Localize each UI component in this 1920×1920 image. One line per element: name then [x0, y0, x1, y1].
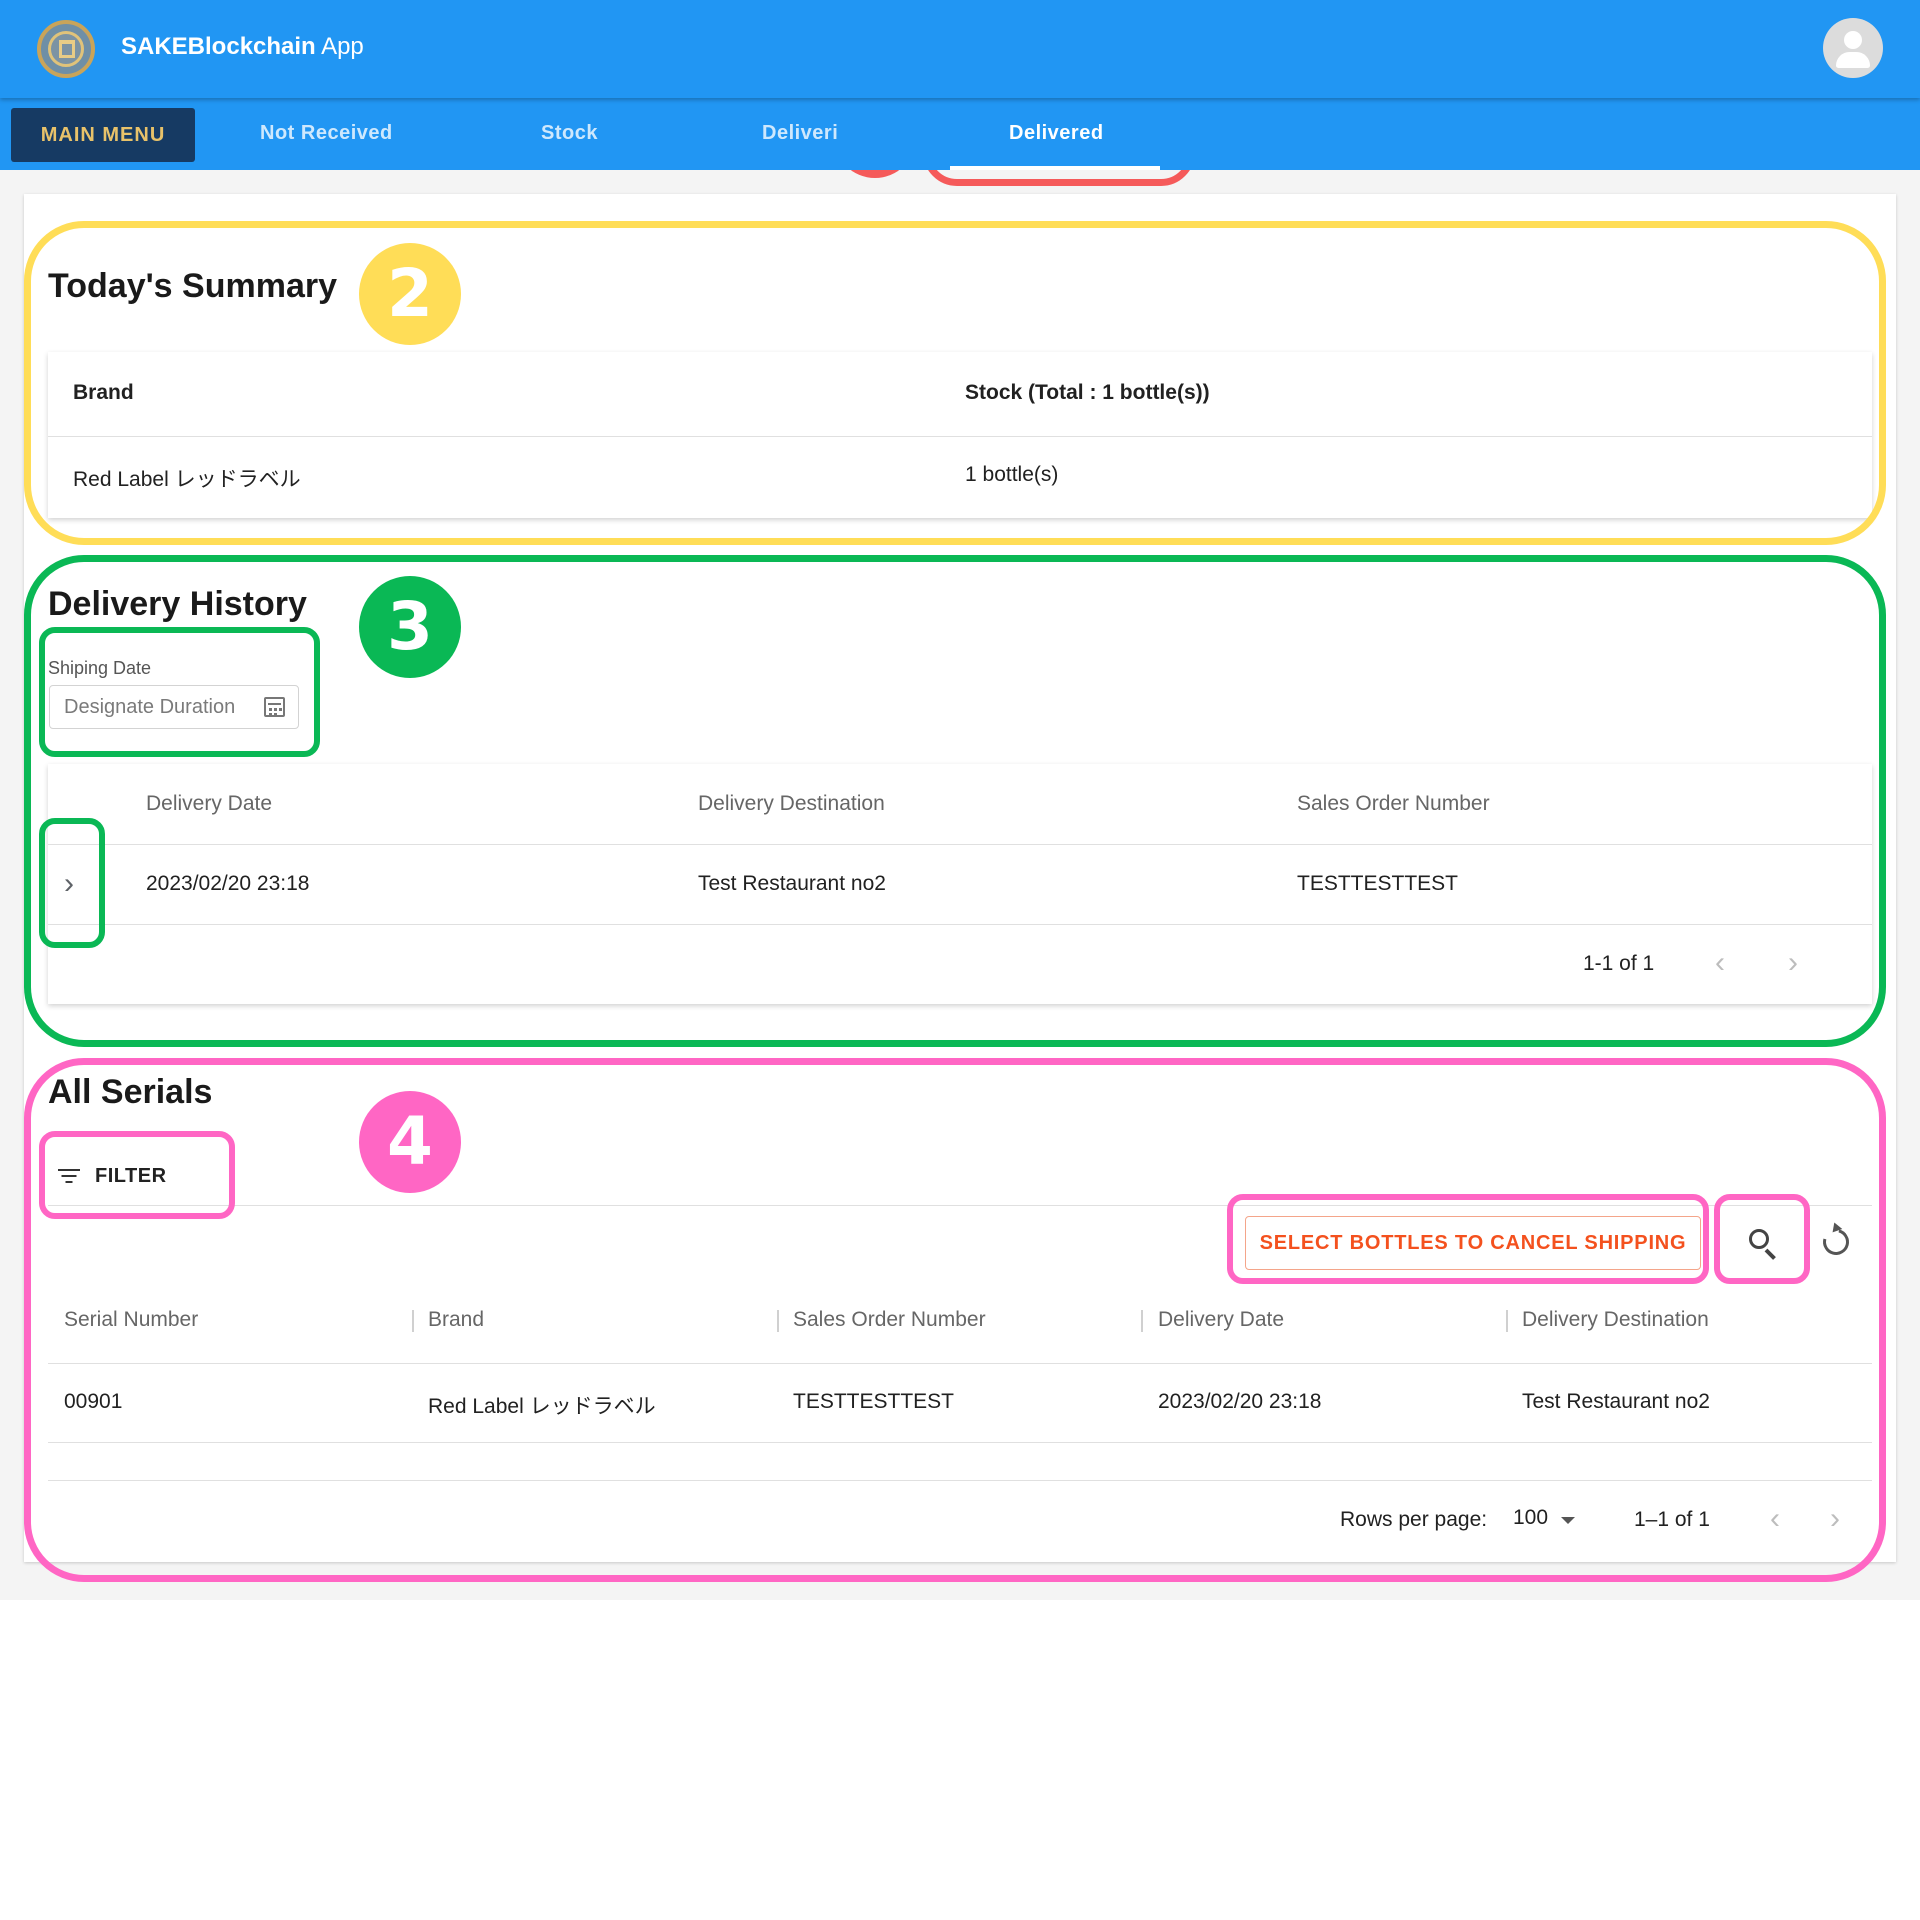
- rows-per-page-caret-icon[interactable]: [1561, 1517, 1575, 1524]
- filter-label: FILTER: [95, 1165, 167, 1187]
- shipping-date-label: Shiping Date: [48, 658, 152, 678]
- rows-per-page-select[interactable]: 100: [1513, 1506, 1548, 1530]
- history-cell-date: 2023/02/20 23:18: [146, 872, 310, 895]
- delivery-history-title: Delivery History: [48, 585, 307, 623]
- summary-header-stock: Stock (Total : 1 bottle(s)): [965, 381, 1210, 404]
- history-prev-page-icon[interactable]: ‹: [1715, 948, 1725, 978]
- shipping-date-placeholder: Designate Duration: [64, 696, 236, 718]
- serial-header-serial[interactable]: Serial Number: [64, 1308, 198, 1332]
- filter-button[interactable]: FILTER: [48, 1160, 178, 1194]
- tab-not-received[interactable]: Not Received: [260, 122, 393, 145]
- serial-header-date[interactable]: Delivery Date: [1158, 1308, 1284, 1332]
- serials-prev-page-icon[interactable]: ‹: [1770, 1504, 1780, 1534]
- delivery-history-table: Delivery Date Delivery Destination Sales…: [48, 764, 1872, 1004]
- serials-next-page-icon[interactable]: ›: [1830, 1504, 1840, 1534]
- summary-table: Brand Stock (Total : 1 bottle(s)) Red La…: [48, 352, 1872, 518]
- rows-per-page-label: Rows per page:: [1340, 1508, 1488, 1531]
- summary-cell-brand: Red Label レッドラベル: [73, 468, 301, 491]
- tab-delivered[interactable]: Delivered: [1009, 122, 1104, 145]
- main-menu-button[interactable]: MAIN MENU: [11, 108, 195, 162]
- user-avatar-icon[interactable]: [1823, 18, 1883, 78]
- serial-header-order[interactable]: Sales Order Number: [793, 1308, 986, 1332]
- filter-icon: [58, 1168, 80, 1184]
- sake-logo-icon[interactable]: [37, 20, 95, 78]
- expand-row-chevron-icon[interactable]: ›: [64, 869, 74, 899]
- history-header-date: Delivery Date: [146, 792, 273, 815]
- history-header-order: Sales Order Number: [1297, 792, 1490, 815]
- annotation-badge-4: 4: [359, 1091, 461, 1193]
- summary-cell-stock: 1 bottle(s): [965, 463, 1059, 486]
- history-pagination: 1-1 of 1: [1583, 952, 1655, 975]
- app-title: SAKEBlockchain App: [121, 33, 364, 60]
- serial-cell-order: TESTTESTTEST: [793, 1390, 955, 1413]
- history-header-destination: Delivery Destination: [698, 792, 885, 815]
- app-bar: SAKEBlockchain App: [0, 0, 1920, 98]
- annotation-badge-2: 2: [359, 243, 461, 345]
- all-serials-title: All Serials: [48, 1073, 213, 1111]
- cancel-shipping-button[interactable]: SELECT BOTTLES TO CANCEL SHIPPING: [1245, 1216, 1701, 1270]
- history-next-page-icon[interactable]: ›: [1788, 948, 1798, 978]
- serials-pagination: 1–1 of 1: [1634, 1508, 1710, 1531]
- summary-title: Today's Summary: [48, 267, 337, 305]
- tab-bar: MAIN MENU Not Received Stock Deliveri De…: [0, 98, 1920, 170]
- serial-cell-destination: Test Restaurant no2: [1522, 1390, 1710, 1413]
- tab-delivering[interactable]: Deliveri: [762, 122, 838, 145]
- annotation-badge-3: 3: [359, 576, 461, 678]
- serial-header-destination[interactable]: Delivery Destination: [1522, 1308, 1709, 1332]
- shipping-date-input[interactable]: Designate Duration: [49, 685, 299, 729]
- search-icon[interactable]: [1749, 1229, 1779, 1260]
- serial-cell-brand: Red Label レッドラベル: [428, 1395, 656, 1418]
- serial-cell-serial: 00901: [64, 1390, 123, 1413]
- serial-header-brand[interactable]: Brand: [428, 1308, 484, 1332]
- active-tab-indicator: [950, 166, 1160, 170]
- tab-stock[interactable]: Stock: [541, 122, 598, 145]
- calendar-icon: [264, 697, 285, 717]
- serial-cell-date: 2023/02/20 23:18: [1158, 1390, 1322, 1413]
- history-cell-order: TESTTESTTEST: [1297, 872, 1459, 895]
- history-cell-destination: Test Restaurant no2: [698, 872, 886, 895]
- summary-header-brand: Brand: [73, 381, 134, 404]
